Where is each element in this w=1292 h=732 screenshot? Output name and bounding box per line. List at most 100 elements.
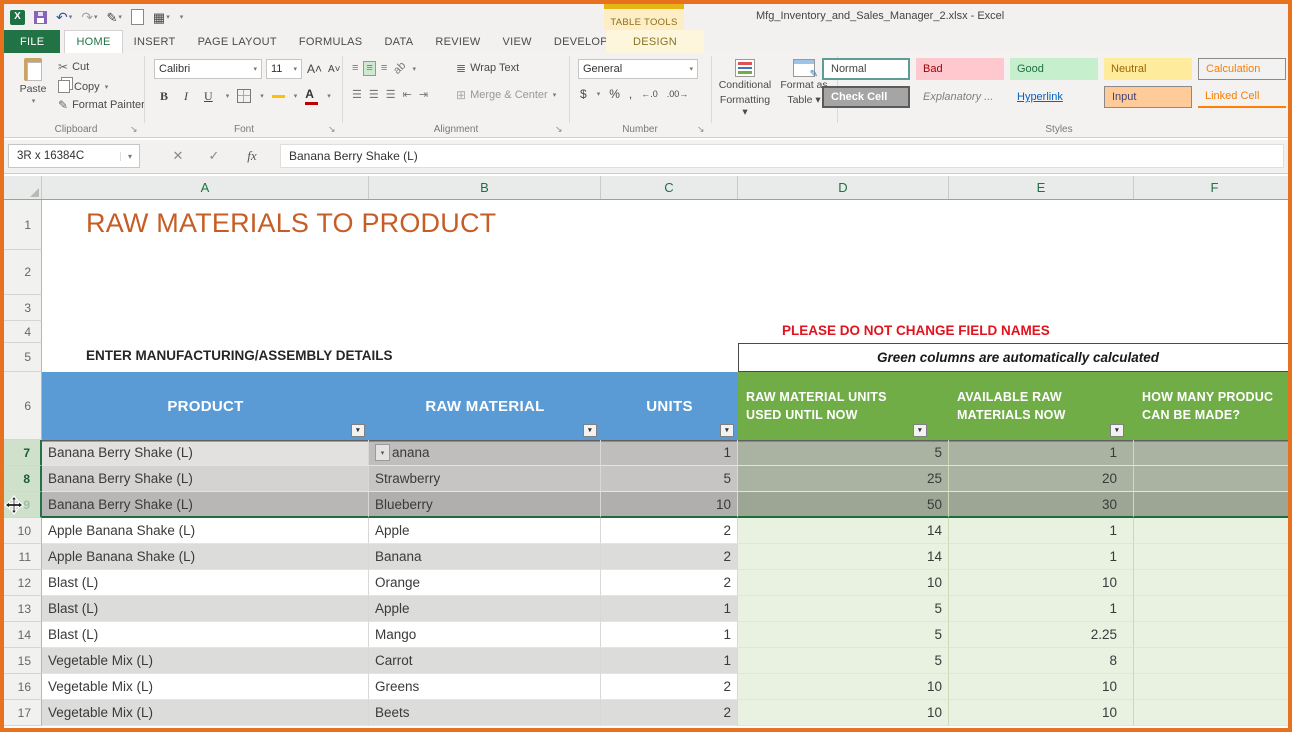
row-header[interactable]: 5 [4, 343, 42, 372]
cell-available[interactable]: 8 [949, 648, 1134, 674]
cell-units-used[interactable]: 10 [738, 674, 949, 700]
cell-available[interactable]: 10 [949, 674, 1134, 700]
row-header[interactable]: 11 [4, 544, 42, 570]
row-header[interactable]: 15 [4, 648, 42, 674]
cell-raw-material[interactable]: Apple [369, 596, 601, 622]
warning-cell[interactable]: PLEASE DO NOT CHANGE FIELD NAMES [42, 321, 1292, 343]
cell-style-calculation[interactable]: Calculation [1198, 58, 1286, 80]
cell-can-make[interactable] [1134, 648, 1292, 674]
tab-insert[interactable]: INSERT [123, 30, 187, 53]
align-left-icon[interactable]: ☰ [350, 89, 364, 102]
row-header[interactable]: 8 [4, 466, 42, 492]
bold-button[interactable]: B [156, 86, 172, 106]
empty-cell[interactable] [42, 250, 1292, 295]
copy-button[interactable]: Copy▾ [58, 80, 108, 93]
middle-align-icon[interactable]: ≡ [363, 61, 375, 76]
cell-units-used[interactable]: 10 [738, 570, 949, 596]
tab-page-layout[interactable]: PAGE LAYOUT [187, 30, 288, 53]
column-header-d[interactable]: D [738, 176, 949, 199]
new-file-icon[interactable] [131, 9, 144, 25]
cell-units[interactable]: 2 [601, 674, 738, 700]
header-product[interactable]: PRODUCT ▾ [42, 372, 369, 440]
cell-style-check-cell[interactable]: Check Cell [822, 86, 910, 108]
alignment-dialog-launcher-icon[interactable]: ↘ [555, 124, 563, 135]
cell-can-make[interactable] [1134, 466, 1292, 492]
name-box-dropdown-icon[interactable]: ▾ [120, 152, 139, 161]
merge-center-button[interactable]: ⊞ Merge & Center▾ [456, 89, 556, 101]
align-right-icon[interactable]: ☰ [384, 89, 398, 102]
cell-units[interactable]: 1 [601, 596, 738, 622]
cell-product[interactable]: Apple Banana Shake (L) [42, 518, 369, 544]
cell-style-hyperlink[interactable]: Hyperlink [1010, 86, 1098, 108]
cell-product[interactable]: Banana Berry Shake (L) [42, 492, 369, 518]
fill-color-icon[interactable] [272, 94, 285, 98]
cell-product[interactable]: Vegetable Mix (L) [42, 700, 369, 726]
row-header[interactable]: 10 [4, 518, 42, 544]
row-header[interactable]: 1 [4, 200, 42, 250]
accounting-format-icon[interactable]: $ [580, 87, 587, 101]
cell-raw-material[interactable]: ▾anana [369, 440, 601, 466]
cell-available[interactable]: 20 [949, 466, 1134, 492]
row-header[interactable]: 2 [4, 250, 42, 295]
in-cell-dropdown-icon[interactable]: ▾ [375, 444, 390, 461]
enter-icon[interactable]: ✓ [200, 144, 228, 168]
bottom-align-icon[interactable]: ≡ [379, 62, 389, 75]
cell-units[interactable]: 2 [601, 544, 738, 570]
underline-button[interactable]: U [200, 86, 217, 106]
column-header-e[interactable]: E [949, 176, 1134, 199]
font-name-combo[interactable]: Calibri▾ [154, 59, 262, 79]
font-color-icon[interactable]: A [305, 88, 318, 105]
title-cell[interactable]: RAW MATERIALS TO PRODUCT [42, 200, 1292, 250]
name-box[interactable]: 3R x 16384C ▾ [8, 144, 140, 168]
row-header[interactable]: 9 [4, 492, 42, 518]
cell-product[interactable]: Blast (L) [42, 622, 369, 648]
row-header[interactable]: 3 [4, 295, 42, 321]
redo-icon[interactable]: ↷▾ [81, 10, 97, 24]
empty-cell[interactable] [42, 295, 1292, 321]
column-header-b[interactable]: B [369, 176, 601, 199]
header-can-be-made[interactable]: HOW MANY PRODUC CAN BE MADE? [1134, 372, 1292, 440]
tab-file[interactable]: FILE [4, 30, 60, 53]
paste-button[interactable]: Paste▾ [12, 58, 54, 106]
cell-product[interactable]: Vegetable Mix (L) [42, 648, 369, 674]
cell-units-used[interactable]: 25 [738, 466, 949, 492]
number-dialog-launcher-icon[interactable]: ↘ [697, 124, 705, 135]
cell-can-make[interactable] [1134, 596, 1292, 622]
tab-formulas[interactable]: FORMULAS [288, 30, 374, 53]
cell-style-neutral[interactable]: Neutral [1104, 58, 1192, 80]
wrap-text-button[interactable]: ≣Wrap Text [456, 62, 519, 74]
increase-indent-icon[interactable]: ⇥ [417, 89, 430, 102]
cell-units[interactable]: 2 [601, 570, 738, 596]
cell-units-used[interactable]: 5 [738, 440, 949, 466]
header-units-used[interactable]: RAW MATERIAL UNITS USED UNTIL NOW ▾ [738, 372, 949, 440]
tab-design[interactable]: DESIGN [606, 30, 704, 53]
tab-view[interactable]: VIEW [492, 30, 543, 53]
qat-more-icon[interactable]: ▾ [179, 14, 184, 21]
column-header-c[interactable]: C [601, 176, 738, 199]
orientation-icon[interactable]: ab [390, 58, 411, 79]
cell-units-used[interactable]: 10 [738, 700, 949, 726]
header-raw-material[interactable]: RAW MATERIAL ▾ [369, 372, 601, 440]
cell-product[interactable]: Blast (L) [42, 596, 369, 622]
cell-style-good[interactable]: Good [1010, 58, 1098, 80]
cell-can-make[interactable] [1134, 544, 1292, 570]
column-header-f[interactable]: F [1134, 176, 1292, 199]
row-header[interactable]: 4 [4, 321, 42, 343]
cell-units[interactable]: 10 [601, 492, 738, 518]
row-header[interactable]: 12 [4, 570, 42, 596]
cell-units-used[interactable]: 14 [738, 518, 949, 544]
cell-raw-material[interactable]: Beets [369, 700, 601, 726]
decrease-decimal-icon[interactable]: .00→ [667, 89, 689, 99]
comma-format-icon[interactable]: , [629, 87, 632, 101]
format-painter-button[interactable]: ✎Format Painter [58, 99, 145, 111]
cell-style-linked-cell[interactable]: Linked Cell [1198, 86, 1286, 108]
formula-input[interactable]: Banana Berry Shake (L) [280, 144, 1284, 168]
column-header-a[interactable]: A [42, 176, 369, 199]
cell-raw-material[interactable]: Strawberry [369, 466, 601, 492]
cell-available[interactable]: 1 [949, 596, 1134, 622]
tab-home[interactable]: HOME [64, 30, 122, 53]
cancel-icon[interactable]: ✕ [164, 144, 192, 168]
cell-can-make[interactable] [1134, 492, 1292, 518]
cell-available[interactable]: 1 [949, 518, 1134, 544]
cell-raw-material[interactable]: Mango [369, 622, 601, 648]
